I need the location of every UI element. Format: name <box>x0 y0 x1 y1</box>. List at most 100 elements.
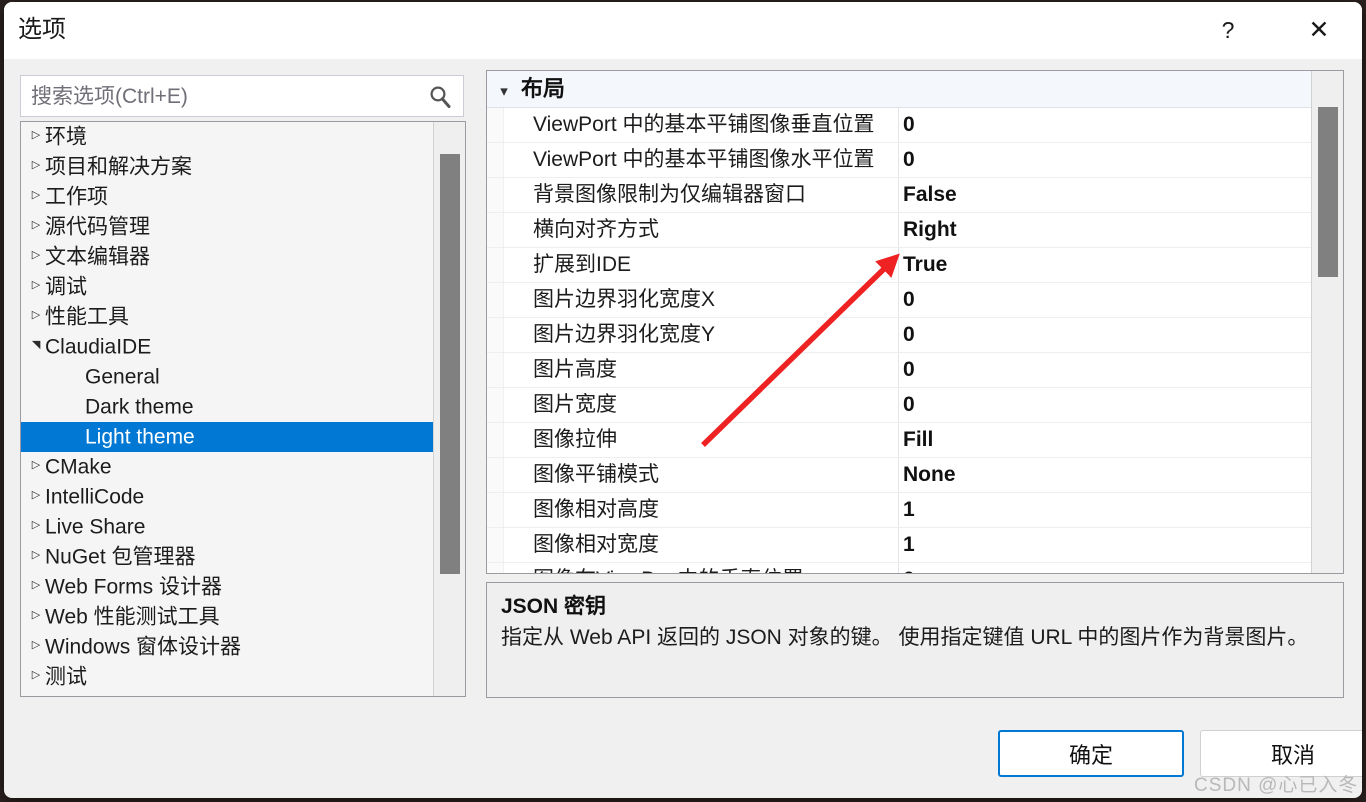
chevron-right-icon[interactable]: ▷ <box>27 660 45 690</box>
description-panel: JSON 密钥 指定从 Web API 返回的 JSON 对象的键。 使用指定键… <box>486 582 1344 698</box>
chevron-right-icon[interactable]: ▷ <box>27 240 45 270</box>
tree-item-label: IntelliCode <box>45 485 145 509</box>
chevron-right-icon[interactable]: ▷ <box>27 600 45 630</box>
property-value[interactable]: Right <box>903 213 957 247</box>
search-icon[interactable] <box>427 84 453 110</box>
search-input[interactable] <box>29 76 413 118</box>
column-splitter[interactable] <box>898 108 899 142</box>
column-splitter[interactable] <box>898 318 899 352</box>
property-row[interactable]: ViewPort 中的基本平铺图像垂直位置 0 <box>487 108 1311 143</box>
tree-scrollbar-thumb[interactable] <box>440 154 460 574</box>
tree-item-label: Windows 窗体设计器 <box>45 635 242 659</box>
property-value[interactable]: 0 <box>903 563 915 573</box>
property-value[interactable]: 0 <box>903 143 915 177</box>
property-row[interactable]: 图像平铺模式 None <box>487 458 1311 493</box>
chevron-right-icon[interactable]: ▷ <box>27 630 45 660</box>
tree-item[interactable]: ▷ NuGet 包管理器 <box>21 542 433 572</box>
column-splitter[interactable] <box>898 143 899 177</box>
watermark: CSDN @心已入冬 <box>1194 775 1359 796</box>
tree-scrollbar[interactable] <box>433 122 465 696</box>
property-name: 图片边界羽化宽度Y <box>533 323 716 346</box>
tree-item[interactable]: ▷ 性能工具 <box>21 302 433 332</box>
tree-item[interactable]: ▷ 测试 <box>21 662 433 692</box>
property-row[interactable]: 图像拉伸 Fill <box>487 423 1311 458</box>
property-row[interactable]: 扩展到IDE True <box>487 248 1311 283</box>
property-value[interactable]: Fill <box>903 423 933 457</box>
tree-item-label: 性能工具 <box>45 305 129 329</box>
property-row[interactable]: 图像相对高度 1 <box>487 493 1311 528</box>
chevron-down-icon[interactable]: ◢ <box>21 336 51 354</box>
tree-item[interactable]: ▷ Web 性能测试工具 <box>21 602 433 632</box>
tree-item-label: Web Forms 设计器 <box>45 575 222 599</box>
property-value[interactable]: None <box>903 458 956 492</box>
column-splitter[interactable] <box>898 388 899 422</box>
column-splitter[interactable] <box>898 248 899 282</box>
chevron-right-icon[interactable]: ▷ <box>27 270 45 300</box>
tree-item[interactable]: Dark theme <box>21 392 433 422</box>
property-value[interactable]: True <box>903 248 947 282</box>
search-box[interactable] <box>20 75 464 118</box>
tree-item[interactable]: ▷ 工作项 <box>21 182 433 212</box>
property-name: 图像在ViewBox中的垂直位置 <box>533 563 897 573</box>
tree-item[interactable]: Light theme <box>21 422 433 452</box>
tree-item[interactable]: ▷ 项目和解决方案 <box>21 152 433 182</box>
column-splitter[interactable] <box>898 213 899 247</box>
property-row[interactable]: 图片高度 0 <box>487 353 1311 388</box>
chevron-right-icon[interactable]: ▷ <box>27 540 45 570</box>
chevron-right-icon[interactable]: ▷ <box>27 300 45 330</box>
property-row[interactable]: 图片宽度 0 <box>487 388 1311 423</box>
close-icon[interactable]: ✕ <box>1291 2 1347 58</box>
property-value[interactable]: 0 <box>903 388 915 422</box>
property-value[interactable]: 0 <box>903 108 915 142</box>
chevron-right-icon[interactable]: ▷ <box>27 210 45 240</box>
chevron-right-icon[interactable]: ▷ <box>27 480 45 510</box>
tree-item[interactable]: ▷ Web Forms 设计器 <box>21 572 433 602</box>
property-value[interactable]: 0 <box>903 283 915 317</box>
tree-item[interactable]: ▷ 源代码管理 <box>21 212 433 242</box>
tree-item-label: CMake <box>45 455 112 479</box>
column-splitter[interactable] <box>898 563 899 573</box>
column-splitter[interactable] <box>898 353 899 387</box>
column-splitter[interactable] <box>898 528 899 562</box>
property-value[interactable]: 1 <box>903 493 915 527</box>
help-icon[interactable]: ? <box>1200 2 1256 58</box>
tree-item[interactable]: General <box>21 362 433 392</box>
ok-button[interactable]: 确定 <box>998 730 1184 777</box>
property-grid: ▾ 布局 ViewPort 中的基本平铺图像垂直位置 0 ViewPort 中的基本平… <box>487 71 1311 573</box>
tree-item[interactable]: ▷ IntelliCode <box>21 482 433 512</box>
column-splitter[interactable] <box>898 283 899 317</box>
tree-item[interactable]: ▷ 文本编辑器 <box>21 242 433 272</box>
column-splitter[interactable] <box>898 493 899 527</box>
tree-item[interactable]: ◢ ClaudiaIDE <box>21 332 433 362</box>
grid-category-row[interactable]: ▾ 布局 <box>487 71 1311 108</box>
property-row[interactable]: ViewPort 中的基本平铺图像水平位置 0 <box>487 143 1311 178</box>
property-value[interactable]: False <box>903 178 957 212</box>
property-value[interactable]: 1 <box>903 528 915 562</box>
property-row[interactable]: 图像在ViewBox中的垂直位置 0 <box>487 563 1311 573</box>
tree-item[interactable]: ▷ Windows 窗体设计器 <box>21 632 433 662</box>
chevron-down-icon[interactable]: ▾ <box>487 74 521 110</box>
grid-scrollbar[interactable] <box>1311 71 1343 573</box>
chevron-right-icon[interactable]: ▷ <box>27 180 45 210</box>
property-row[interactable]: 图像相对宽度 1 <box>487 528 1311 563</box>
property-row[interactable]: 横向对齐方式 Right <box>487 213 1311 248</box>
property-row[interactable]: 背景图像限制为仅编辑器窗口 False <box>487 178 1311 213</box>
tree-item[interactable]: ▷ CMake <box>21 452 433 482</box>
chevron-right-icon[interactable]: ▷ <box>27 510 45 540</box>
column-splitter[interactable] <box>898 423 899 457</box>
chevron-right-icon[interactable]: ▷ <box>27 150 45 180</box>
property-value[interactable]: 0 <box>903 318 915 352</box>
property-name: ViewPort 中的基本平铺图像水平位置 <box>533 148 875 171</box>
column-splitter[interactable] <box>898 458 899 492</box>
chevron-right-icon[interactable]: ▷ <box>27 122 45 150</box>
property-row[interactable]: 图片边界羽化宽度Y 0 <box>487 318 1311 353</box>
chevron-right-icon[interactable]: ▷ <box>27 450 45 480</box>
chevron-right-icon[interactable]: ▷ <box>27 570 45 600</box>
tree-item[interactable]: ▷ 调试 <box>21 272 433 302</box>
tree-item[interactable]: ▷ Live Share <box>21 512 433 542</box>
property-row[interactable]: 图片边界羽化宽度X 0 <box>487 283 1311 318</box>
column-splitter[interactable] <box>898 178 899 212</box>
grid-scrollbar-thumb[interactable] <box>1318 107 1338 277</box>
property-value[interactable]: 0 <box>903 353 915 387</box>
tree-item[interactable]: ▷ 环境 <box>21 122 433 152</box>
